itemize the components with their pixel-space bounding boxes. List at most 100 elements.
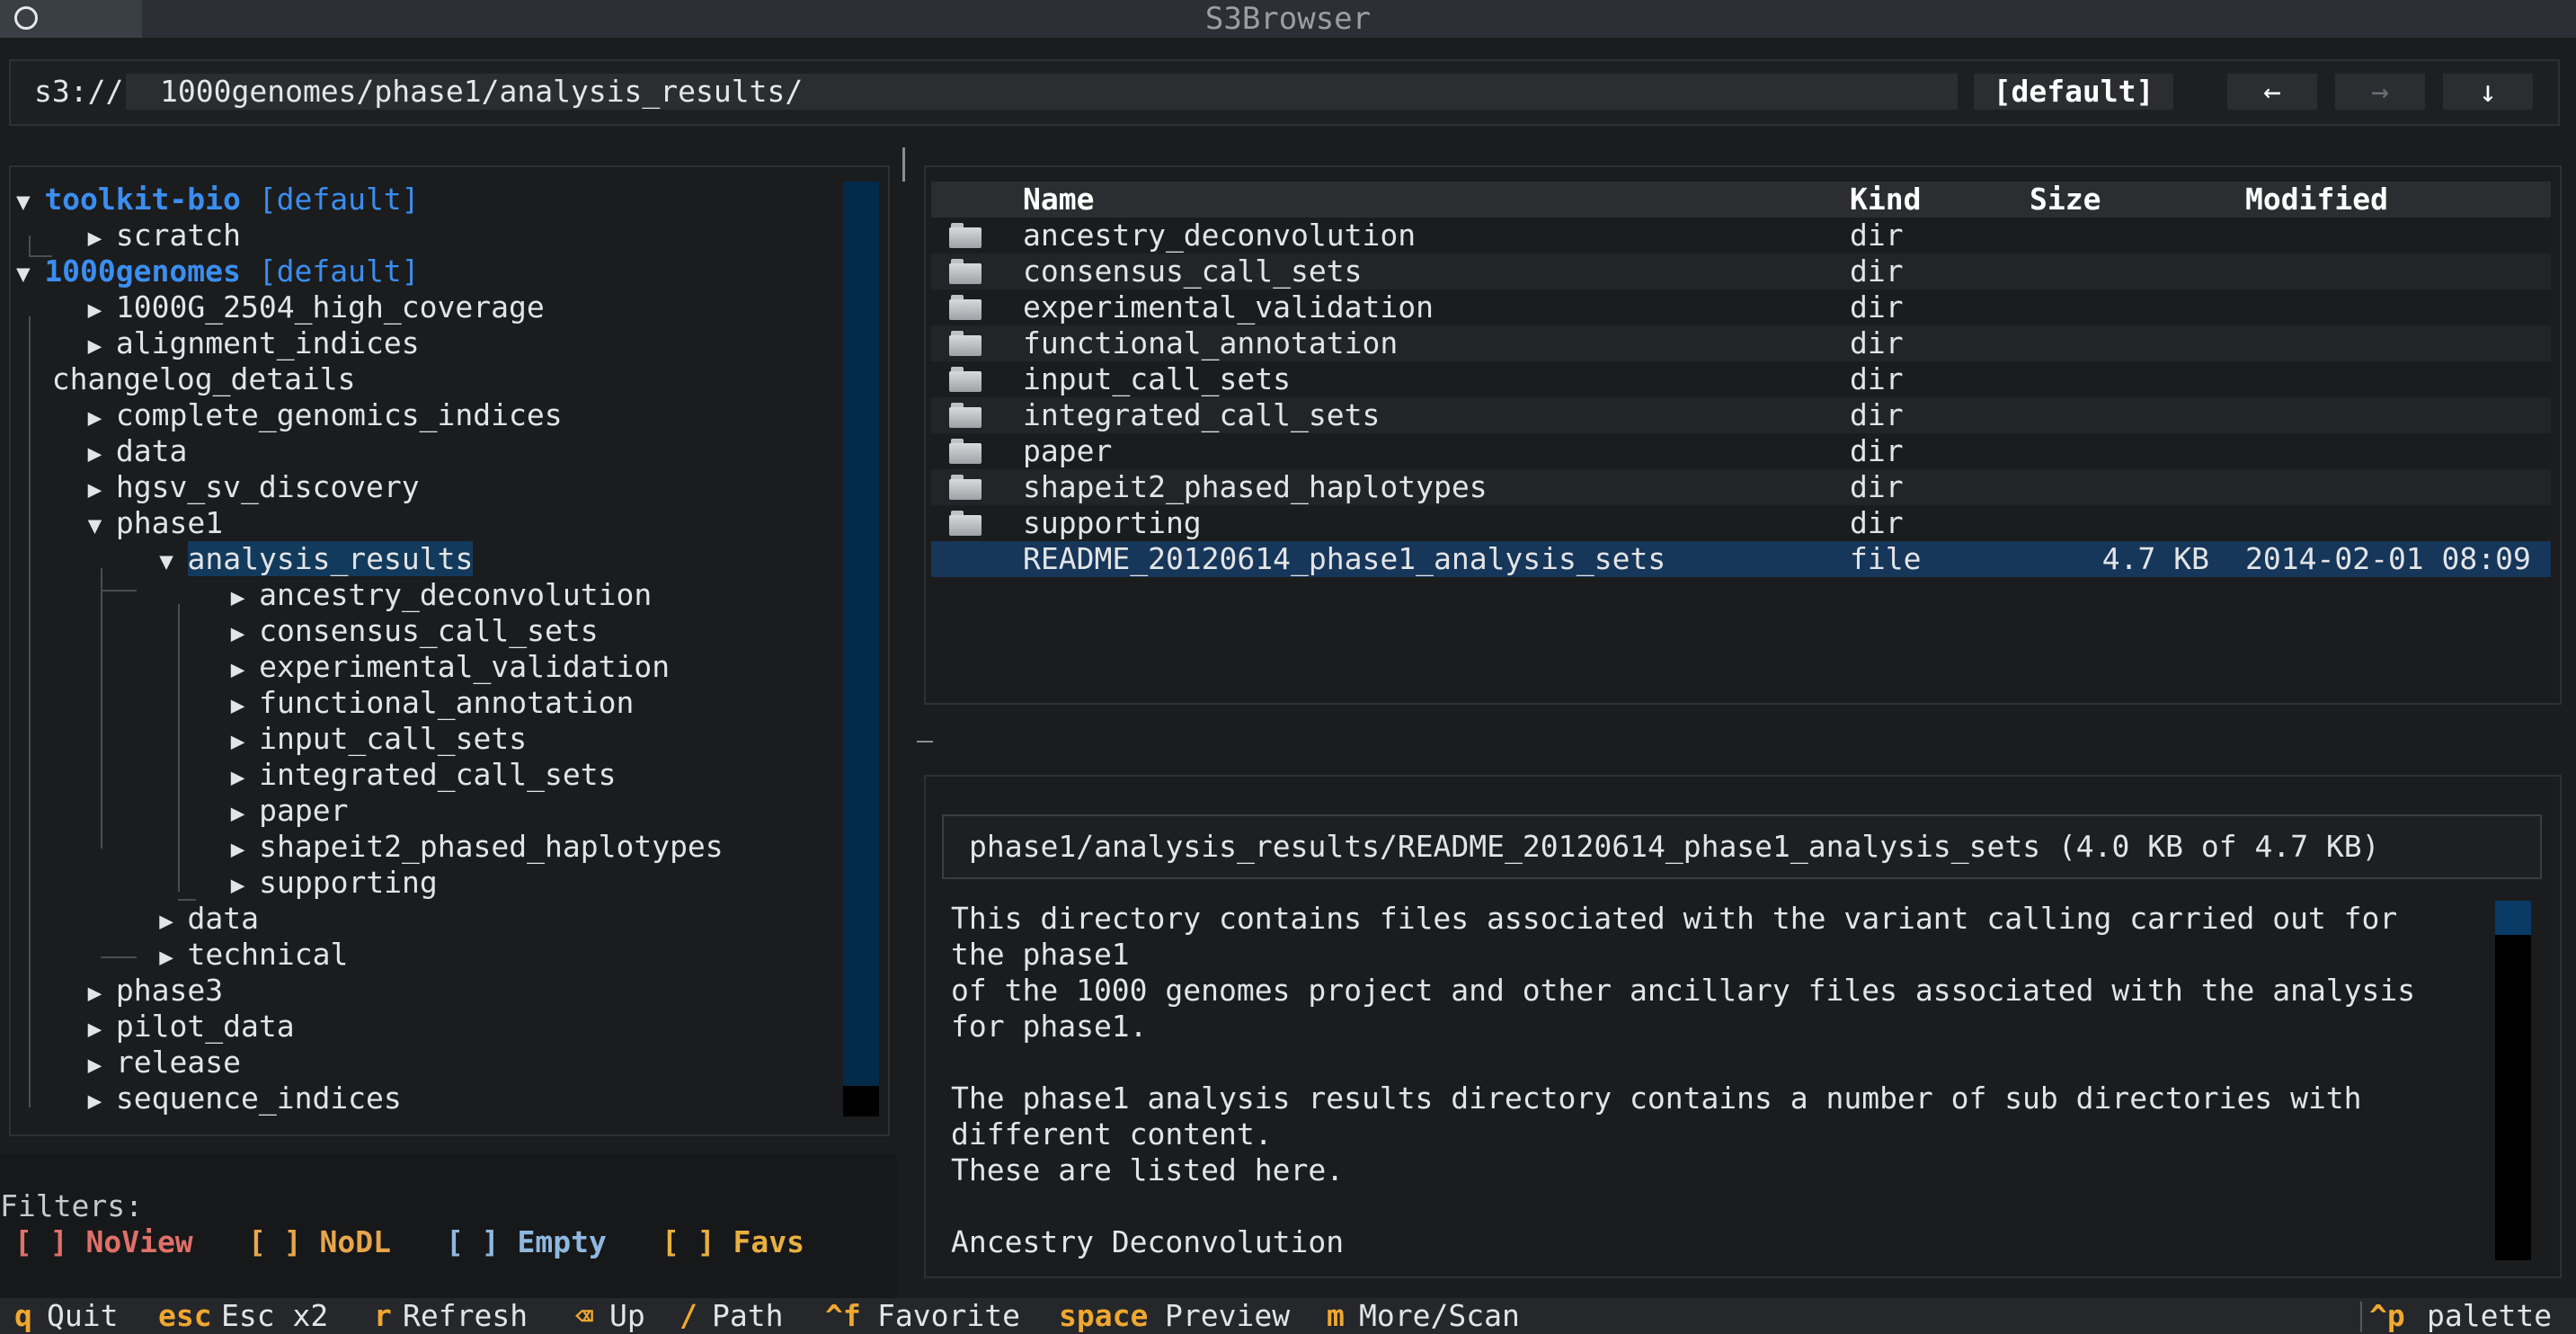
filter-nodl[interactable]: [ ] NoDL bbox=[248, 1224, 391, 1260]
tree-node[interactable]: ▶ release bbox=[88, 1045, 241, 1081]
tree-scrollbar[interactable] bbox=[843, 182, 879, 1116]
tree-node[interactable]: ▶ hgsv_sv_discovery bbox=[88, 469, 420, 505]
path-input[interactable]: 1000genomes/phase1/analysis_results/ bbox=[126, 74, 1958, 110]
tree-node[interactable]: ▶ phase3 bbox=[88, 973, 224, 1009]
tree-node[interactable]: ▶ 1000G_2504_high_coverage bbox=[88, 289, 545, 325]
folder-row[interactable]: functional_annotation dir bbox=[931, 325, 2551, 361]
tree-node[interactable]: ▶ supporting bbox=[231, 865, 438, 901]
collapsed-triangle-icon[interactable]: ▶ bbox=[231, 872, 259, 899]
collapsed-triangle-icon[interactable]: ▶ bbox=[88, 1016, 116, 1043]
file-row[interactable]: README_20120614_phase1_analysis_sets file… bbox=[931, 541, 2551, 577]
folder-row[interactable]: input_call_sets dir bbox=[931, 361, 2551, 397]
tree-node[interactable]: ▶ experimental_validation bbox=[231, 649, 670, 685]
shortcut-label[interactable]: Up bbox=[609, 1298, 645, 1334]
expanded-triangle-icon[interactable]: ▼ bbox=[88, 512, 116, 539]
shortcut-label[interactable]: Esc x2 bbox=[221, 1298, 328, 1334]
shortcut-label[interactable]: Refresh bbox=[403, 1298, 528, 1334]
tree-node[interactable]: ▼ phase1 bbox=[88, 505, 224, 541]
collapsed-triangle-icon[interactable]: ▶ bbox=[88, 980, 116, 1007]
column-header-kind[interactable]: Kind bbox=[1850, 182, 1921, 218]
collapsed-triangle-icon[interactable]: ▶ bbox=[231, 620, 259, 647]
vertical-splitter[interactable] bbox=[902, 147, 905, 182]
collapsed-triangle-icon[interactable]: ▶ bbox=[88, 1088, 116, 1115]
collapsed-triangle-icon[interactable]: ▶ bbox=[231, 728, 259, 755]
palette-label[interactable]: palette bbox=[2427, 1298, 2552, 1334]
preview-scrollbar-thumb[interactable] bbox=[2495, 901, 2531, 935]
filter-favs[interactable]: [ ] Favs bbox=[662, 1224, 804, 1260]
palette-key[interactable]: ^p bbox=[2369, 1298, 2405, 1334]
tree-node-label: functional_annotation bbox=[259, 685, 635, 720]
tree-node[interactable]: ▶ consensus_call_sets bbox=[231, 613, 599, 649]
tree-node[interactable]: ▶ scratch bbox=[88, 218, 241, 253]
folder-row[interactable]: experimental_validation dir bbox=[931, 289, 2551, 325]
column-header-modified[interactable]: Modified bbox=[2245, 182, 2388, 218]
tree-root[interactable]: ▼ 1000genomes [default] bbox=[16, 253, 420, 289]
collapsed-triangle-icon[interactable]: ▶ bbox=[88, 476, 116, 503]
shortcut-key[interactable]: / bbox=[680, 1298, 697, 1334]
folder-row[interactable]: ancestry_deconvolution dir bbox=[931, 218, 2551, 253]
tree-node[interactable]: ▶ data bbox=[159, 901, 259, 937]
folder-row[interactable]: integrated_call_sets dir bbox=[931, 397, 2551, 433]
shortcut-label[interactable]: Path bbox=[712, 1298, 783, 1334]
shortcut-label[interactable]: Preview bbox=[1165, 1298, 1290, 1334]
tree-node[interactable]: ▶ technical bbox=[159, 937, 348, 973]
shortcut-key[interactable]: esc bbox=[158, 1298, 212, 1334]
back-button[interactable]: ← bbox=[2227, 74, 2317, 110]
shortcut-key[interactable]: q bbox=[14, 1298, 32, 1334]
collapsed-triangle-icon[interactable]: ▶ bbox=[88, 297, 116, 324]
folder-row[interactable]: consensus_call_sets dir bbox=[931, 253, 2551, 289]
tree-node[interactable]: ▶ complete_genomics_indices bbox=[88, 397, 563, 433]
collapsed-triangle-icon[interactable]: ▶ bbox=[231, 764, 259, 791]
tree-node[interactable]: ▶ alignment_indices bbox=[88, 325, 420, 361]
shortcut-key[interactable]: ^f bbox=[825, 1298, 861, 1334]
shortcut-label[interactable]: Favorite bbox=[877, 1298, 1020, 1334]
horizontal-splitter[interactable] bbox=[917, 741, 933, 743]
collapsed-triangle-icon[interactable]: ▶ bbox=[231, 800, 259, 827]
tree-node[interactable]: ▶ sequence_indices bbox=[88, 1081, 402, 1116]
tree-node[interactable]: ▶ input_call_sets bbox=[231, 721, 527, 757]
collapsed-triangle-icon[interactable]: ▶ bbox=[88, 225, 116, 252]
collapsed-triangle-icon[interactable]: ▶ bbox=[231, 692, 259, 719]
collapsed-triangle-icon[interactable]: ▶ bbox=[88, 405, 116, 431]
tree-node[interactable]: ▶ data bbox=[88, 433, 188, 469]
collapsed-triangle-icon[interactable]: ▶ bbox=[88, 440, 116, 467]
shortcut-label[interactable]: Quit bbox=[47, 1298, 118, 1334]
collapsed-triangle-icon[interactable]: ▶ bbox=[231, 584, 259, 611]
tree-node[interactable]: changelog_details bbox=[52, 361, 356, 397]
folder-row[interactable]: supporting dir bbox=[931, 505, 2551, 541]
filter-noview[interactable]: [ ] NoView bbox=[14, 1224, 193, 1260]
folder-row[interactable]: shapeit2_phased_haplotypes dir bbox=[931, 469, 2551, 505]
tree-node[interactable]: ▶ ancestry_deconvolution bbox=[231, 577, 652, 613]
preview-scrollbar[interactable] bbox=[2495, 901, 2531, 1260]
filter-empty[interactable]: [ ] Empty bbox=[446, 1224, 607, 1260]
shortcut-label[interactable]: More/Scan bbox=[1359, 1298, 1520, 1334]
preview-text[interactable]: This directory contains files associated… bbox=[951, 901, 2488, 1260]
collapsed-triangle-icon[interactable]: ▶ bbox=[88, 333, 116, 360]
tree-node[interactable]: ▶ paper bbox=[231, 793, 349, 829]
shortcut-key[interactable]: r bbox=[374, 1298, 392, 1334]
expanded-triangle-icon[interactable]: ▼ bbox=[16, 189, 44, 216]
column-header-name[interactable]: Name bbox=[1023, 182, 1094, 218]
column-header-size[interactable]: Size bbox=[2030, 182, 2101, 218]
forward-button[interactable]: → bbox=[2335, 74, 2425, 110]
collapsed-triangle-icon[interactable]: ▶ bbox=[231, 656, 259, 683]
tree-node[interactable]: ▶ shapeit2_phased_haplotypes bbox=[231, 829, 724, 865]
tree-node-label: sequence_indices bbox=[115, 1081, 402, 1116]
profile-button[interactable]: [default] bbox=[1974, 74, 2173, 110]
collapsed-triangle-icon[interactable]: ▶ bbox=[159, 908, 187, 935]
collapsed-triangle-icon[interactable]: ▶ bbox=[88, 1052, 116, 1079]
shortcut-key[interactable]: ⌫ bbox=[575, 1298, 593, 1334]
collapsed-triangle-icon[interactable]: ▶ bbox=[159, 944, 187, 971]
expanded-triangle-icon[interactable]: ▼ bbox=[159, 548, 187, 575]
tree-node[interactable]: ▶ pilot_data bbox=[88, 1009, 295, 1045]
collapsed-triangle-icon[interactable]: ▶ bbox=[231, 836, 259, 863]
tree-root[interactable]: ▼ toolkit-bio [default] bbox=[16, 182, 420, 218]
tree-node[interactable]: ▶ integrated_call_sets bbox=[231, 757, 617, 793]
download-button[interactable]: ↓ bbox=[2443, 74, 2533, 110]
tree-node[interactable]: ▼ analysis_results bbox=[159, 541, 474, 577]
expanded-triangle-icon[interactable]: ▼ bbox=[16, 261, 44, 288]
shortcut-key[interactable]: space bbox=[1059, 1298, 1148, 1334]
tree-node[interactable]: ▶ functional_annotation bbox=[231, 685, 635, 721]
shortcut-key[interactable]: m bbox=[1327, 1298, 1345, 1334]
folder-row[interactable]: paper dir bbox=[931, 433, 2551, 469]
